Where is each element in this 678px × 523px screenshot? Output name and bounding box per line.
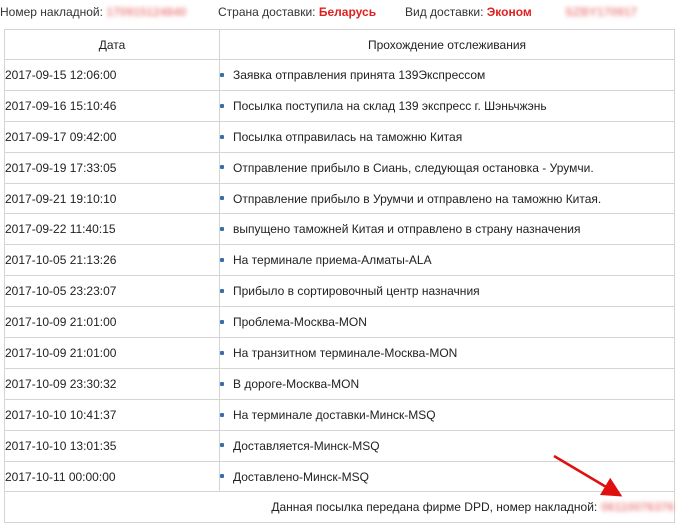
bullet-icon <box>220 474 224 479</box>
arrow-icon <box>553 454 623 497</box>
tracking-code-value: SZBY170917 <box>565 5 638 19</box>
row-date: 2017-10-10 13:01:35 <box>4 429 220 462</box>
delivery-value: Эконом <box>486 5 532 19</box>
row-status-text: Доставлено-Минск-MSQ <box>233 469 369 484</box>
bullet-icon <box>220 381 224 386</box>
row-status-text: Посылка поступила на склад 139 экспресс … <box>233 98 547 113</box>
invoice-value: 170915124840 <box>106 5 187 19</box>
row-date: 2017-09-22 11:40:15 <box>4 213 220 246</box>
row-status-text: Прибыло в сортировочный центр назначния <box>233 284 480 299</box>
table-header-row: Дата Прохождение отслеживания <box>4 29 675 60</box>
row-date: 2017-09-19 17:33:05 <box>4 151 220 184</box>
row-status: На терминале доставки-Минск-MSQ <box>219 398 675 431</box>
bullet-icon <box>220 103 224 108</box>
delivery-type: Вид доставки: Эконом <box>405 4 532 20</box>
row-date: 2017-10-09 23:30:32 <box>4 367 220 400</box>
row-date: 2017-09-16 15:10:46 <box>4 89 220 122</box>
table-row: 2017-10-09 21:01:00 На транзитном термина… <box>4 337 675 369</box>
tracking-code: SZBY170917 <box>565 4 637 20</box>
row-status-text: Отправление прибыло в Сиань, следующая о… <box>233 160 594 175</box>
row-status-text: В дороге-Москва-MON <box>233 376 360 391</box>
bullet-icon <box>220 412 224 417</box>
invoice-label: Номер накладной: <box>0 5 103 19</box>
table-row: 2017-10-05 21:13:26 На терминале приема-А… <box>4 244 675 277</box>
bullet-icon <box>220 196 224 201</box>
table-row: 2017-09-19 17:33:05 Отправление прибыло в… <box>4 151 675 184</box>
bullet-icon <box>220 165 224 170</box>
row-status: Проблема-Москва-MON <box>219 306 675 339</box>
row-status-text: выпущено таможней Китая и отправлено в с… <box>233 222 581 237</box>
row-status-text: Отправление прибыло в Урумчи и отправлен… <box>233 191 602 206</box>
bullet-icon <box>220 443 224 448</box>
row-status: Заявка отправления принята 139Экспрессом <box>219 59 675 91</box>
row-status: Прибыло в сортировочный центр назначния <box>219 275 675 308</box>
country-label: Страна доставки: <box>218 5 316 19</box>
bullet-icon <box>220 134 224 139</box>
row-status: Отправление прибыло в Урумчи и отправлен… <box>219 182 675 215</box>
shipment-header: Номер накладной: 170915124840 Страна дос… <box>0 0 678 24</box>
row-date: 2017-10-11 00:00:00 <box>4 460 220 493</box>
table-row: 2017-09-22 11:40:15 выпущено таможней Кит… <box>4 213 675 246</box>
table-row: 2017-09-21 19:10:10 Отправление прибыло в… <box>4 182 675 215</box>
table-row: 2017-10-05 23:23:07 Прибыло в сортировочн… <box>4 275 675 308</box>
row-status-text: Доставляется-Минск-MSQ <box>233 438 380 453</box>
table-row: 2017-09-17 09:42:00 Посылка отправилась н… <box>4 120 675 153</box>
bullet-icon <box>220 319 224 324</box>
column-header-tracking: Прохождение отслеживания <box>219 29 675 60</box>
row-status: На терминале приема-Алматы-ALA <box>219 244 675 277</box>
row-date: 2017-09-21 19:10:10 <box>4 182 220 215</box>
tracking-table: Дата Прохождение отслеживания 2017-09-15… <box>4 29 675 523</box>
destination-country: Страна доставки: Беларусь <box>218 4 376 20</box>
bullet-icon <box>220 227 224 232</box>
row-date: 2017-10-05 21:13:26 <box>4 244 220 277</box>
row-date: 2017-09-17 09:42:00 <box>4 120 220 153</box>
table-row: 2017-10-10 10:41:37 На терминале доставки… <box>4 398 675 431</box>
row-status-text: На терминале доставки-Минск-MSQ <box>233 407 436 422</box>
delivery-label: Вид доставки: <box>405 5 484 19</box>
row-status-text: На транзитном терминале-Москва-MON <box>233 345 458 360</box>
column-header-date: Дата <box>4 29 220 60</box>
invoice-number: Номер накладной: 170915124840 <box>0 4 186 20</box>
table-row: 2017-10-09 21:01:00 Проблема-Москва-MON <box>4 306 675 339</box>
row-status-text: Заявка отправления принята 139Экспрессом <box>233 67 486 82</box>
bullet-icon <box>220 289 224 293</box>
bullet-icon <box>220 350 224 355</box>
row-status: В дороге-Москва-MON <box>219 367 675 400</box>
row-status-text: На терминале приема-Алматы-ALA <box>233 253 432 268</box>
row-status: На транзитном терминале-Москва-MON <box>219 337 675 369</box>
row-status: Отправление прибыло в Сиань, следующая о… <box>219 151 675 184</box>
row-status: Посылка поступила на склад 139 экспресс … <box>219 89 675 122</box>
row-status: выпущено таможней Китая и отправлено в с… <box>219 213 675 246</box>
row-status: Посылка отправилась на таможню Китая <box>219 120 675 153</box>
row-status-text: Посылка отправилась на таможню Китая <box>233 129 463 144</box>
table-row: 2017-09-16 15:10:46 Посылка поступила на … <box>4 89 675 122</box>
bullet-icon <box>220 258 224 263</box>
row-date: 2017-10-05 23:23:07 <box>4 275 220 308</box>
row-date: 2017-10-10 10:41:37 <box>4 398 220 431</box>
row-date: 2017-10-09 21:01:00 <box>4 337 220 369</box>
bullet-icon <box>220 72 224 77</box>
row-status-text: Проблема-Москва-MON <box>233 315 367 330</box>
table-row: 2017-09-15 12:06:00 Заявка отправления пр… <box>4 59 675 91</box>
row-date: 2017-09-15 12:06:00 <box>4 59 220 91</box>
country-value: Беларусь <box>318 5 377 19</box>
row-date: 2017-10-09 21:01:00 <box>4 306 220 339</box>
table-row: 2017-10-09 23:30:32 В дороге-Москва-MON <box>4 367 675 400</box>
